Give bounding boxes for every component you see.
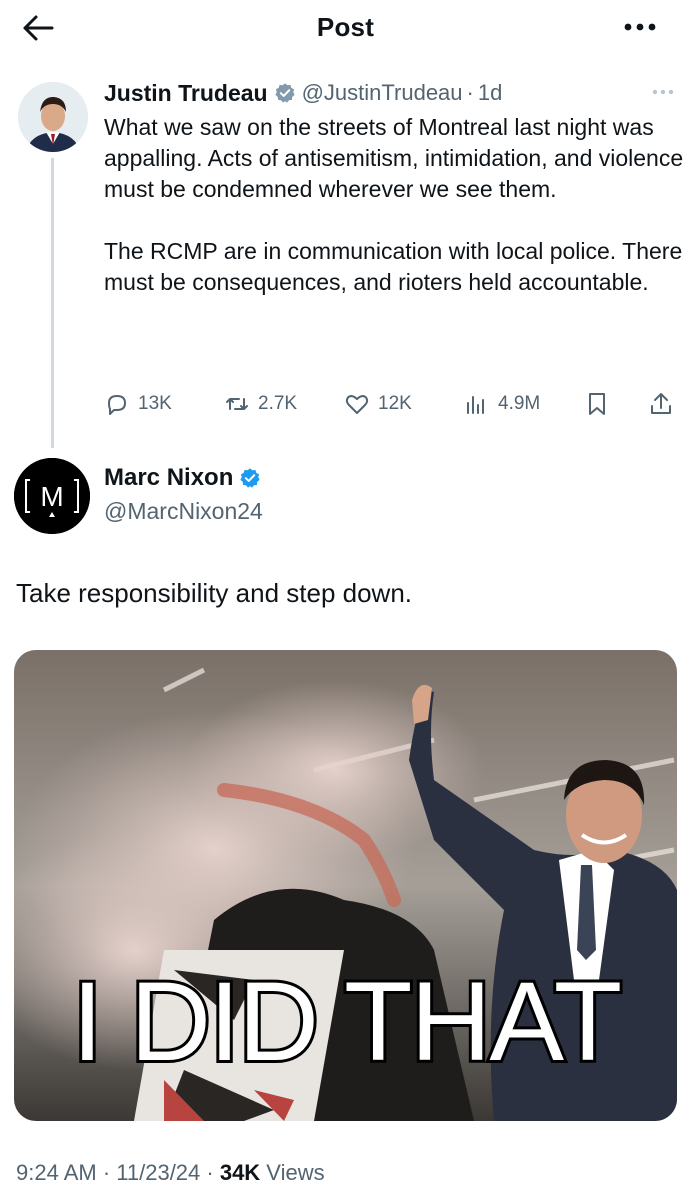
reply-button[interactable]: 13K [104,386,172,422]
reply-icon [108,395,126,415]
views-label: Views [260,1160,325,1185]
avatar-letter: M [40,481,63,512]
display-name[interactable]: Justin Trudeau [104,80,268,107]
tweet-timestamp[interactable]: 9:24 AM · 11/23/24 · [16,1160,220,1185]
views-count: 34K [219,1160,261,1185]
avatar[interactable] [18,82,88,152]
repost-icon [226,398,248,410]
tweet-time[interactable]: 1d [478,80,502,106]
views-button[interactable]: 4.9M [464,386,540,422]
more-options-icon[interactable] [620,12,660,42]
bookmark-icon [589,393,605,415]
views-count: 4.9M [498,393,541,414]
repost-count: 2.7K [258,393,298,414]
repost-button[interactable]: 2.7K [224,386,297,422]
verified-badge-icon [240,468,260,488]
bookmark-button[interactable] [584,386,618,422]
share-icon [651,393,671,414]
top-bar: Post [0,0,691,56]
thread-connector-line [51,158,54,448]
reply-count: 13K [138,393,172,414]
media-caption: I DID THAT [72,959,620,1084]
page-title: Post [316,12,375,42]
tweet-header: Marc Nixon [104,464,267,492]
share-button[interactable] [648,386,682,422]
tweet-text: Take responsibility and step down. [16,578,413,608]
like-button[interactable]: 12K [344,386,412,422]
verified-badge-icon [274,83,295,103]
avatar[interactable]: M [14,458,90,534]
tweet-actions: 13K 2.7K 12K 4.9M [104,386,674,422]
handle[interactable]: @MarcNixon24 [104,498,263,525]
display-name[interactable]: Marc Nixon [104,464,233,492]
heart-icon [345,395,369,414]
tweet-metadata: 9:24 AM · 11/23/24 · 34K Views [16,1160,325,1186]
separator-dot: · [466,80,474,105]
tweet-text: What we saw on the streets of Montreal l… [104,114,684,295]
like-count: 12K [378,393,412,414]
tweet-more-icon[interactable] [650,82,676,102]
analytics-icon [467,396,484,414]
tweet-header: Justin Trudeau @JustinTrudeau · 1d [104,78,502,108]
handle[interactable]: @JustinTrudeau [302,80,463,106]
media-image[interactable]: I DID THAT [14,650,677,1121]
